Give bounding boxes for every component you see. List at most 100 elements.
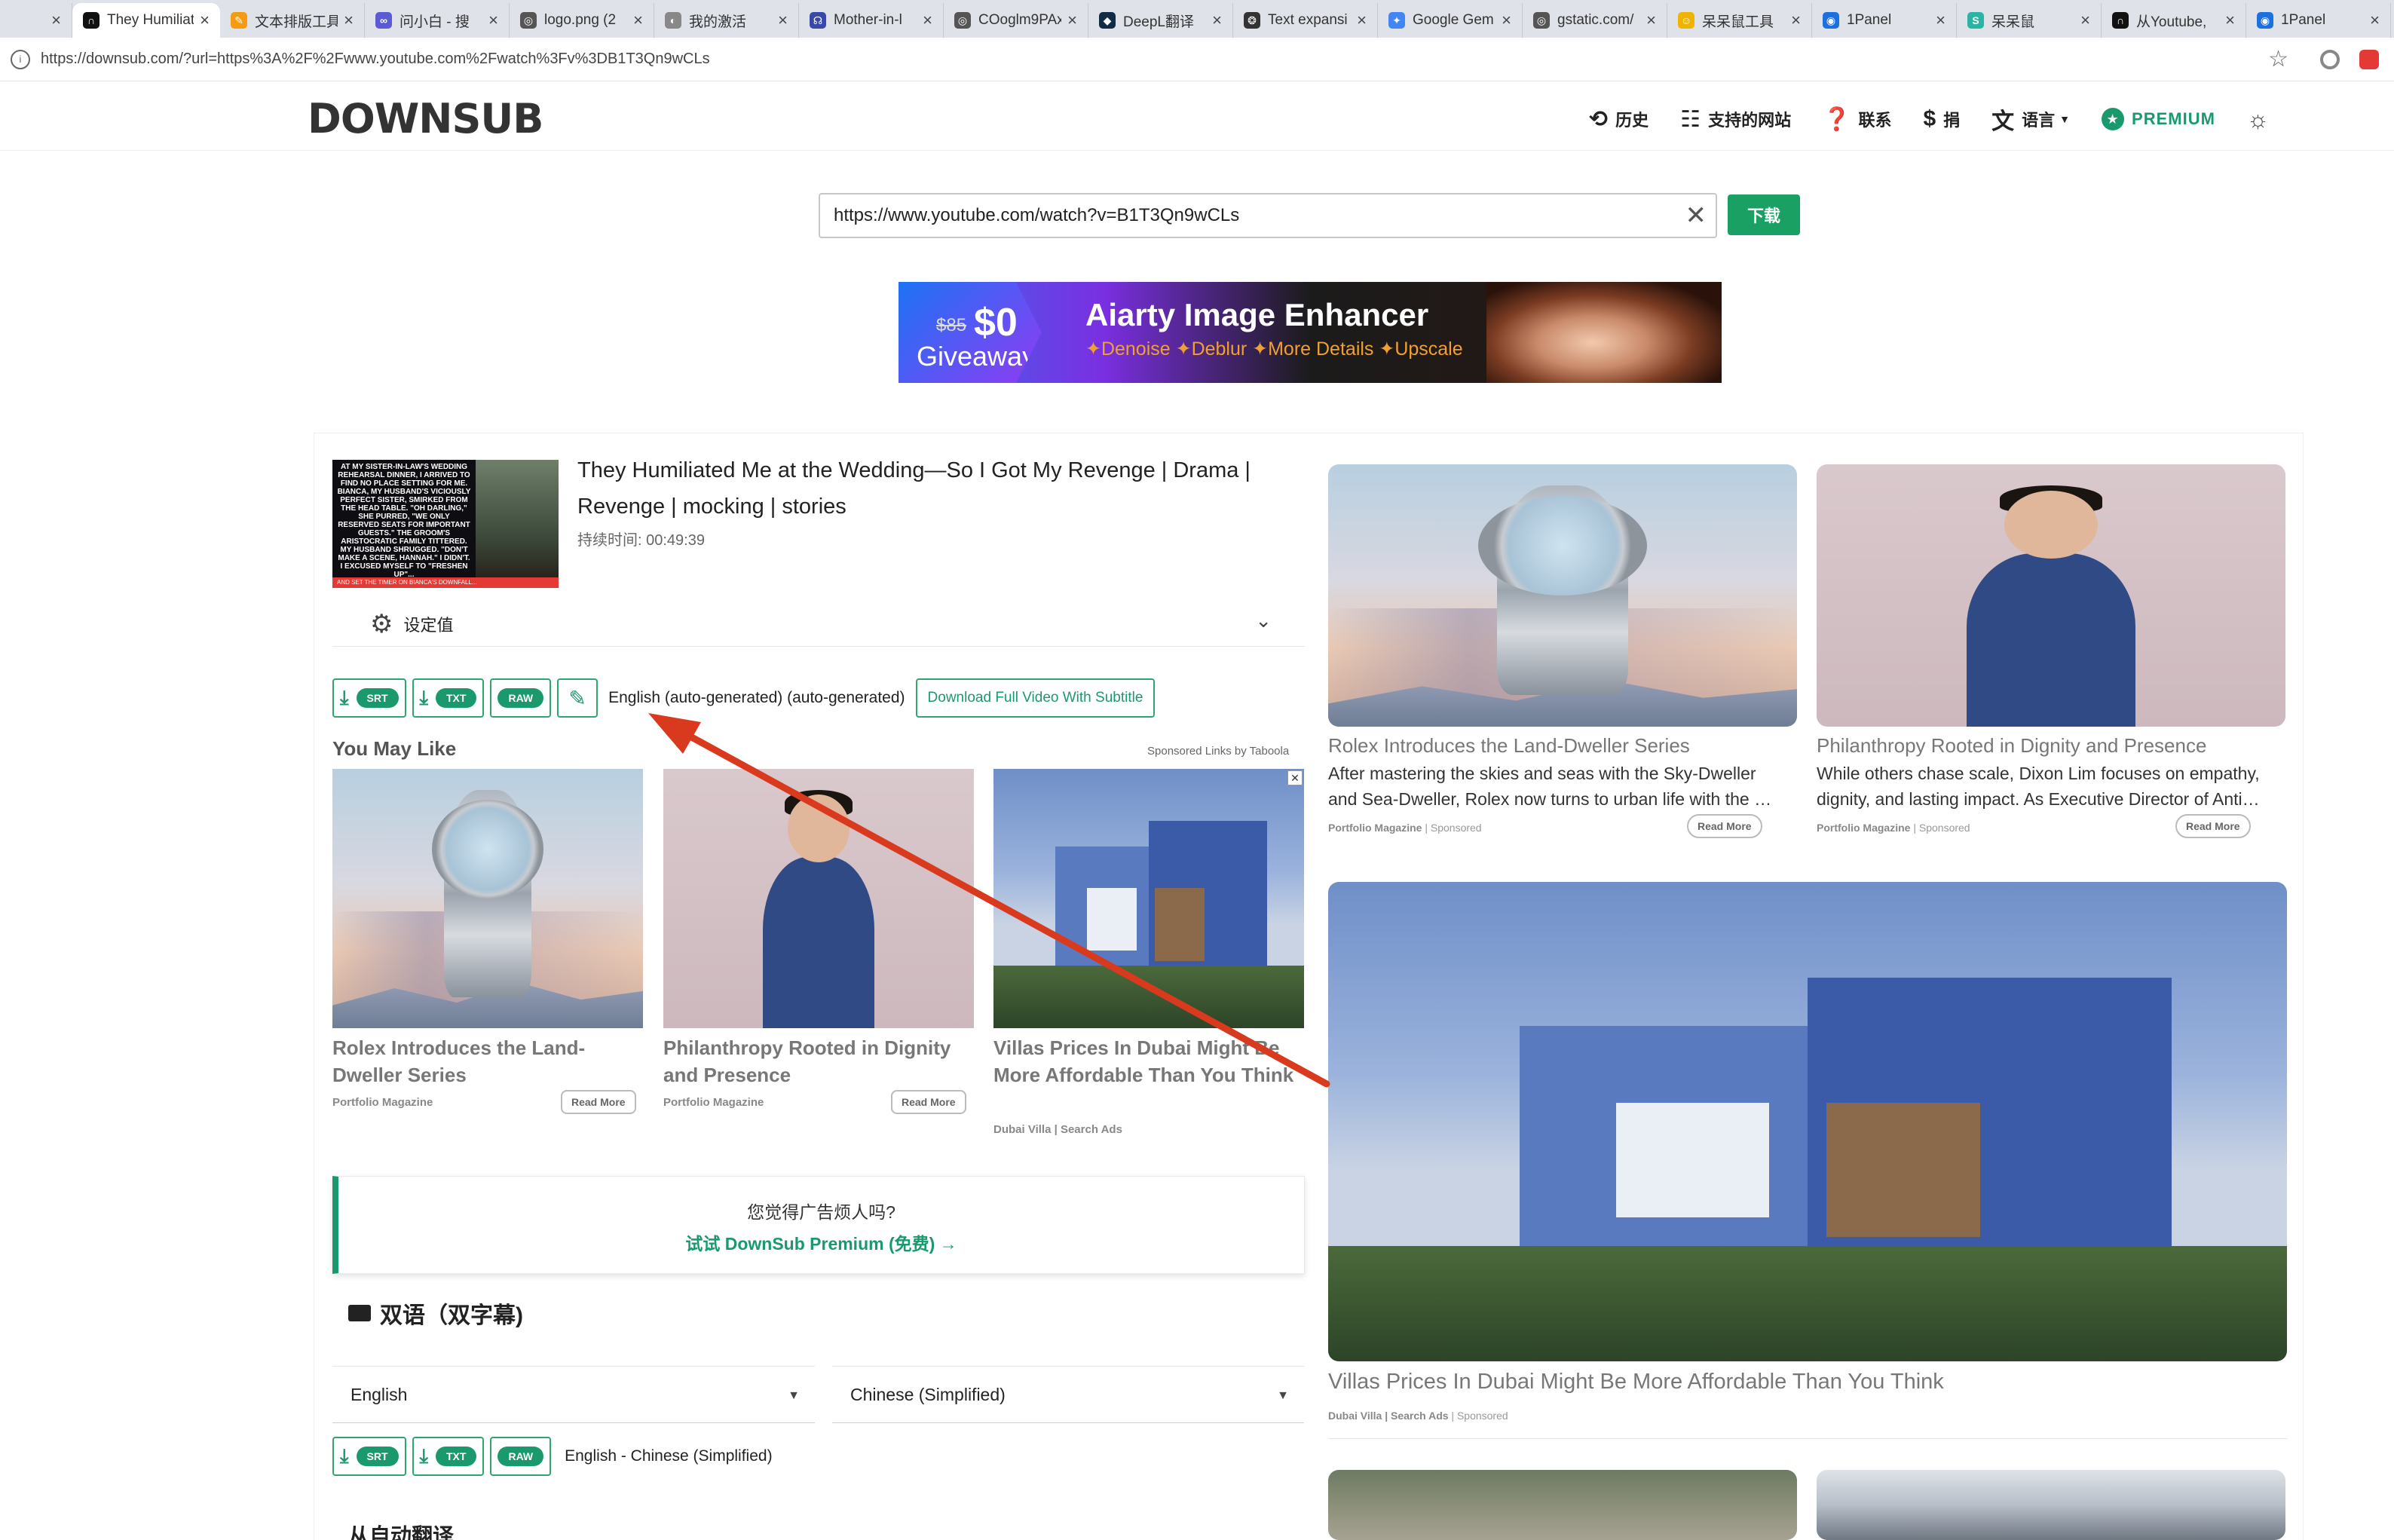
sponsored-label: | Sponsored [1451,1410,1508,1422]
ad-image-watch[interactable] [1328,464,1797,727]
tab-close-icon[interactable]: × [1646,11,1656,30]
tab-close-icon[interactable]: × [778,11,788,30]
promo-premium-link[interactable]: 试试 DownSub Premium (免费) → [338,1229,1304,1255]
clear-icon[interactable]: ✕ [1685,201,1707,231]
extension-icon[interactable] [2320,49,2340,69]
download-button[interactable]: 下载 [1728,194,1800,235]
browser-tab[interactable]: ◎ logo.png (2 × [510,3,654,38]
nav-supported-sites[interactable]: ☷ 支持的网站 [1680,106,1791,133]
browser-tab[interactable]: ☊ Mother-in-l × [799,3,944,38]
tab-close-icon[interactable]: × [1067,11,1077,30]
tab-close-icon[interactable]: × [200,11,210,30]
browser-tab[interactable]: ✎ 文本排版工具 × [220,3,365,38]
download-full-video-button[interactable]: Download Full Video With Subtitle [915,678,1156,718]
edit-subtitle-button[interactable]: ✎ [557,678,598,718]
ad-card-title[interactable]: Villas Prices In Dubai Might Be More Aff… [993,1034,1304,1088]
download-txt-button[interactable]: ⤓ TXT [412,678,485,718]
browser-tab[interactable]: ☺ 呆呆鼠工具 × [1667,3,1812,38]
caret-down-icon: ▼ [2059,113,2071,125]
nav-history[interactable]: ⟲ 历史 [1589,106,1649,133]
ad-image-villa[interactable] [1328,882,2287,1361]
read-more-button[interactable]: Read More [891,1090,966,1114]
tab-title: 呆呆鼠工具 [1702,14,1774,30]
read-more-button[interactable]: Read More [2175,814,2251,838]
site-info-icon[interactable]: i [11,49,30,69]
ad-image-villa[interactable] [993,769,1304,1028]
settings-label: 设定值 [403,615,454,635]
ad-image-portrait[interactable] [1817,464,2285,727]
ad-card-title[interactable]: Rolex Introduces the Land-Dweller Series [1328,733,1690,758]
tab-close-icon[interactable]: × [923,11,932,30]
browser-tab[interactable]: ✦ Google Gem × [1378,3,1523,38]
ad-image[interactable] [1328,1470,1797,1540]
browser-tab[interactable]: S 呆呆鼠 × [1957,3,2102,38]
ad-source-name: Portfolio Magazine [1817,822,1911,834]
theme-toggle-icon[interactable]: ☼ [2247,106,2269,133]
dollar-icon: $ [1923,106,1936,131]
browser-tab[interactable]: ❂ Text expansi × [1233,3,1378,38]
help-icon: ❓ [1823,106,1851,132]
tab-close-icon[interactable]: × [2370,11,2380,30]
download-txt-button[interactable]: ⤓ TXT [412,1437,485,1476]
nav-supported-sites-label: 支持的网站 [1708,111,1792,130]
format-badge: RAW [497,688,544,708]
download-srt-button[interactable]: ⤓ SRT [332,678,406,718]
ad-card-source: Portfolio Magazine [332,1096,433,1109]
target-language-select[interactable]: Chinese (Simplified) ▼ [832,1366,1304,1423]
browser-tab[interactable]: ◉ 1Panel × [1812,3,1957,38]
nav-language[interactable]: 文 语言 ▼ [1991,103,2070,136]
url-input[interactable] [819,193,1717,238]
ad-image-watch[interactable] [332,769,643,1028]
read-more-button[interactable]: Read More [1687,814,1762,838]
browser-tab[interactable]: ∩ They Humiliat × [72,3,220,38]
tab-close-icon[interactable]: × [1357,11,1367,30]
tab-close-icon[interactable]: × [51,11,61,30]
download-raw-button[interactable]: RAW [490,1437,552,1476]
banner-image [1486,282,1722,383]
url-field[interactable]: https://downsub.com/?url=https%3A%2F%2Fw… [41,51,2268,68]
ad-image[interactable] [1817,1470,2285,1540]
tab-close-icon[interactable]: × [488,11,498,30]
sponsored-by-label[interactable]: Sponsored Links by Taboola [1147,745,1289,758]
source-language-select[interactable]: English ▼ [332,1366,815,1423]
tab-close-icon[interactable]: × [633,11,643,30]
promo-question: 您觉得广告烦人吗? [747,1202,895,1222]
browser-tab[interactable]: ◆ DeepL翻译 × [1088,3,1233,38]
download-srt-button[interactable]: ⤓ SRT [332,1437,406,1476]
premium-promo: 您觉得广告烦人吗? 试试 DownSub Premium (免费) → [332,1176,1305,1274]
download-raw-button[interactable]: RAW [490,678,552,718]
tab-favicon-icon: ☺ [1678,12,1694,29]
browser-tab[interactable]: ∩ 从Youtube, × [2102,3,2246,38]
ad-card-source: Portfolio Magazine | Sponsored [1817,822,1970,834]
tab-close-icon[interactable]: × [1791,11,1801,30]
nav-contact[interactable]: ❓ 联系 [1823,106,1891,133]
browser-tab[interactable]: ◎ COoglm9PAx × [944,3,1088,38]
nav-donate[interactable]: $ 捐 [1923,106,1960,132]
browser-tab[interactable]: ◉ 1Panel × [2246,3,2391,38]
tab-close-icon[interactable]: × [2225,11,2235,30]
tab-close-icon[interactable]: × [344,11,354,30]
ad-card-title[interactable]: Villas Prices In Dubai Might Be More Aff… [1328,1369,1944,1395]
tab-favicon-icon: ☊ [810,12,826,29]
settings-toggle[interactable]: ⚙ 设定值 ⌄ [332,602,1305,647]
nav-contact-label: 联系 [1858,111,1892,130]
banner-ad[interactable]: $85 $0 Giveaway Aiarty Image Enhancer ✦D… [899,282,1722,383]
browser-tab[interactable]: × [0,3,72,38]
ad-card-title[interactable]: Philanthropy Rooted in Dignity and Prese… [1817,733,2206,758]
ad-card-title[interactable]: Rolex Introduces the Land-Dweller Series [332,1034,643,1088]
nav-premium[interactable]: ★ PREMIUM [2102,108,2215,130]
bookmark-star-icon[interactable]: ☆ [2268,46,2288,72]
close-icon[interactable]: ✕ [1287,770,1303,785]
extension-icon[interactable] [2359,49,2379,69]
browser-tab[interactable]: ◎ gstatic.com/ × [1523,3,1667,38]
tab-close-icon[interactable]: × [1936,11,1946,30]
read-more-button[interactable]: Read More [561,1090,636,1114]
tab-close-icon[interactable]: × [1212,11,1222,30]
tab-close-icon[interactable]: × [1502,11,1511,30]
browser-tab[interactable]: ◐ 我的激活 × [654,3,799,38]
ad-image-portrait[interactable] [663,769,974,1028]
ad-card-title[interactable]: Philanthropy Rooted in Dignity and Prese… [663,1034,974,1088]
browser-tab[interactable]: ∞ 问小白 - 搜 × [365,3,510,38]
tab-close-icon[interactable]: × [2080,11,2090,30]
downsub-logo[interactable]: DOWNSUB [308,95,543,142]
